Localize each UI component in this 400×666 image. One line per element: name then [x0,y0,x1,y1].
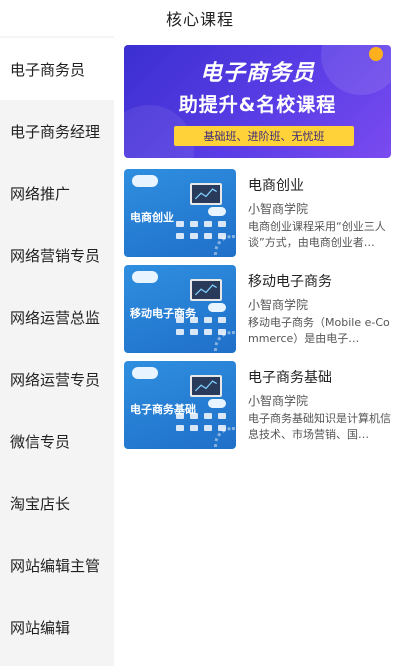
cloud-icon [208,207,226,216]
sidebar-item-taobao-manager[interactable]: 淘宝店长 [0,472,114,534]
course-school: 小智商学院 [248,202,309,216]
sidebar-item-label: 网站编辑 [10,618,71,637]
banner-title: 电子商务员 [199,61,315,86]
sidebar-item-label: 微信专员 [10,432,71,451]
sidebar-item-ecommerce-clerk[interactable]: 电子商务员 [0,38,114,100]
blackboard-icon [190,375,222,397]
blackboard-icon [190,183,222,205]
course-thumbnail: 移动电子商务 [124,265,236,353]
course-card[interactable]: 移动电子商务 移动电子商务 小智商学院 移动电子商务（Mobile e-Comm… [124,265,394,353]
sidebar-item-label: 网络运营专员 [10,370,101,389]
page-title: 核心课程 [165,10,234,29]
banner-tag: 基础班、进阶班、无忧班 [174,126,354,146]
course-title: 电子商务基础 [248,370,332,386]
sidebar-item-label: 电子商务员 [10,60,86,79]
course-title: 电商创业 [248,178,304,194]
course-card[interactable]: 电子商务基础 电子商务基础 小智商学院 电子商务基础知识是计算机信息技术、市场营… [124,361,394,449]
sidebar-item-web-marketing-specialist[interactable]: 网络营销专员 [0,224,114,286]
sidebar-item-site-editor[interactable]: 网站编辑 [0,596,114,658]
course-school: 小智商学院 [248,394,309,408]
sidebar-item-label: 网络营销专员 [10,246,101,265]
thumbnail-label: 电商创业 [130,211,174,224]
course-school: 小智商学院 [248,298,309,312]
cloud-icon [132,367,158,379]
sidebar-item-operations-specialist[interactable]: 网络运营专员 [0,348,114,410]
sidebar-item-label: 网站编辑主管 [10,556,101,575]
course-description: 电子商务基础知识是计算机信息技术、市场营销、国… [248,412,391,441]
thumbnail-label: 电子商务基础 [130,403,196,416]
sidebar-item-web-promotion[interactable]: 网络推广 [0,162,114,224]
cloud-icon [208,303,226,312]
course-title: 移动电子商务 [248,274,332,290]
sidebar-item-operations-director[interactable]: 网络运营总监 [0,286,114,348]
sidebar-item-site-editor-lead[interactable]: 网站编辑主管 [0,534,114,596]
cloud-icon [208,399,226,408]
sidebar-item-label: 网络推广 [10,184,71,203]
promo-banner[interactable]: 电子商务员 助提升&名校课程 基础班、进阶班、无忧班 [124,45,391,158]
banner-subtitle: 助提升&名校课程 [178,94,337,116]
course-description: 移动电子商务（Mobile e-Commerce）是由电子… [248,316,390,345]
cloud-icon [132,271,158,283]
course-thumbnail: 电商创业 [124,169,236,257]
course-content: 电子商务员 助提升&名校课程 基础班、进阶班、无忧班 电商创业 电商创业 小智商… [114,36,400,666]
top-bar: 核心课程 [0,0,400,36]
sidebar-item-wechat-specialist[interactable]: 微信专员 [0,410,114,472]
sidebar-item-label: 电子商务经理 [10,122,101,141]
course-thumbnail: 电子商务基础 [124,361,236,449]
cloud-icon [132,175,158,187]
category-sidebar: 电子商务员 电子商务经理 网络推广 网络营销专员 网络运营总监 网络运营专员 微… [0,36,114,666]
sidebar-item-label: 网络运营总监 [10,308,101,327]
thumbnail-label: 移动电子商务 [130,307,196,320]
course-description: 电商创业课程采用“创业三人谈”方式，由电商创业者… [248,220,386,249]
blackboard-icon [190,279,222,301]
sidebar-item-ecommerce-manager[interactable]: 电子商务经理 [0,100,114,162]
course-card[interactable]: 电商创业 电商创业 小智商学院 电商创业课程采用“创业三人谈”方式，由电商创业者… [124,169,394,257]
sidebar-item-label: 淘宝店长 [10,494,71,513]
